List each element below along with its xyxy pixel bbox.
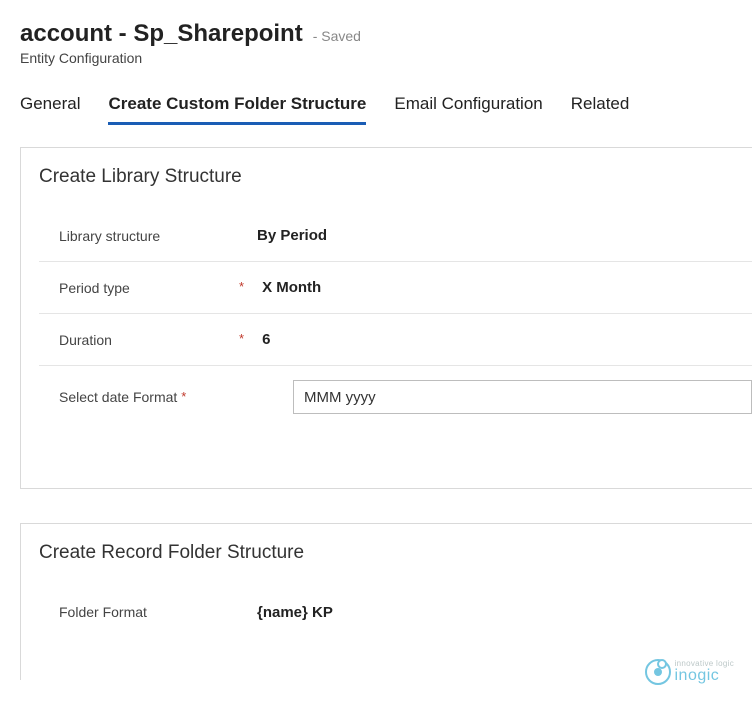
label-period-type-text: Period type [59,280,130,296]
label-select-date-format-text: Select date Format [59,389,177,405]
label-duration: Duration [59,332,239,348]
value-folder-format: {name} KP [239,604,752,621]
label-folder-format-text: Folder Format [59,604,147,620]
tab-create-custom-folder-structure[interactable]: Create Custom Folder Structure [108,94,366,125]
page-subtitle: Entity Configuration [20,50,752,66]
page-header: account - Sp_Sharepoint - Saved Entity C… [20,20,752,66]
required-indicator: * [239,279,244,294]
page-title: account - Sp_Sharepoint [20,20,303,48]
value-duration: 6 [244,331,752,348]
label-folder-format: Folder Format [59,604,239,620]
label-library-structure: Library structure [59,228,239,244]
section-create-record-folder-structure: Create Record Folder Structure Folder Fo… [20,523,752,680]
field-library-structure[interactable]: Library structure By Period [39,210,752,262]
tab-related[interactable]: Related [571,94,630,125]
brand-logo: innovative logic inogic [645,659,735,685]
field-period-type[interactable]: Period type * X Month [39,262,752,314]
save-status: - Saved [313,28,361,44]
tab-bar: General Create Custom Folder Structure E… [20,94,752,125]
field-select-date-format[interactable]: Select date Format * [39,366,752,428]
section-heading-record: Create Record Folder Structure [39,542,752,564]
value-library-structure: By Period [239,227,752,244]
tab-general[interactable]: General [20,94,80,125]
label-library-structure-text: Library structure [59,228,160,244]
label-duration-text: Duration [59,332,112,348]
required-indicator: * [181,389,186,404]
label-select-date-format: Select date Format * [59,389,239,405]
value-period-type: X Month [244,279,752,296]
field-folder-format[interactable]: Folder Format {name} KP [39,586,752,638]
section-create-library-structure: Create Library Structure Library structu… [20,147,752,489]
logo-icon [645,659,671,685]
tab-email-configuration[interactable]: Email Configuration [394,94,542,125]
required-indicator: * [239,331,244,346]
label-period-type: Period type [59,280,239,296]
field-duration[interactable]: Duration * 6 [39,314,752,366]
section-heading-library: Create Library Structure [39,166,752,188]
logo-brand: inogic [675,668,735,684]
select-date-format-input[interactable] [293,380,752,414]
